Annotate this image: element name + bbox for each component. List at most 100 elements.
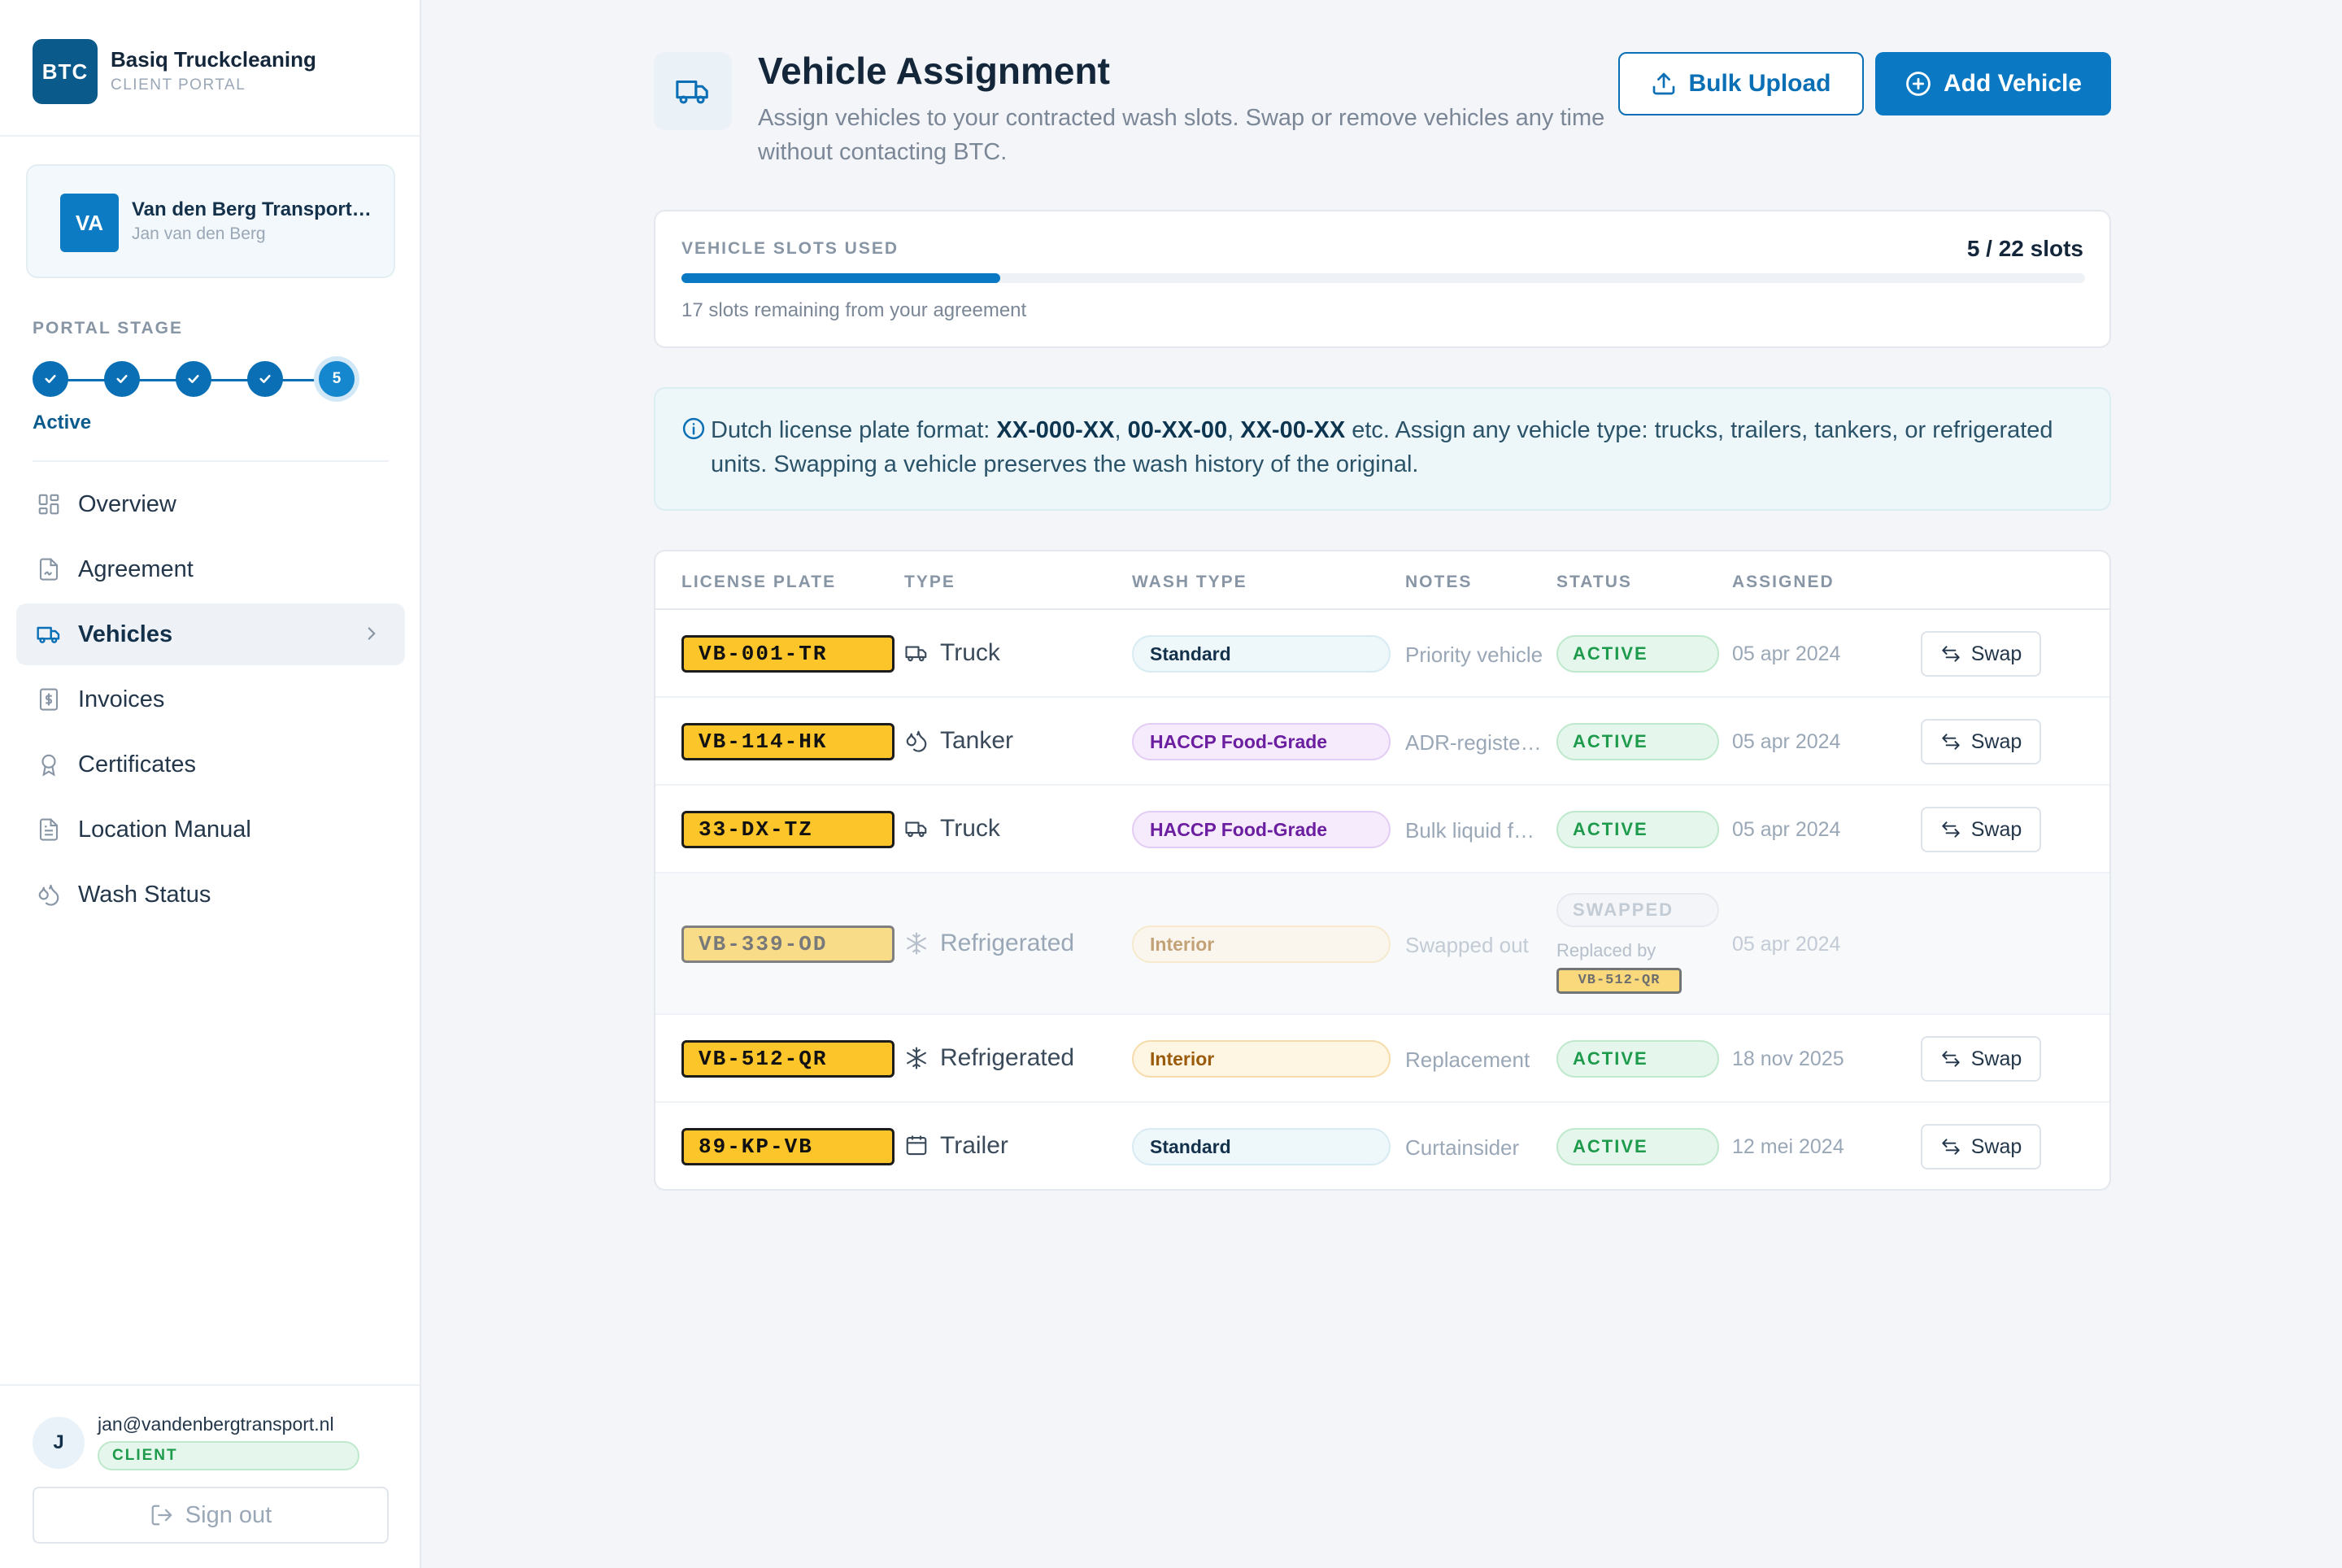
portal-stage-status: Active [33,412,92,433]
table-row: 89-KP-VB Trailer Standard Curtainsider A… [655,1103,2109,1189]
vehicle-type: Tanker [904,727,1013,755]
dollar-document-icon [36,686,62,712]
info-prefix: Dutch license plate format: [711,417,997,443]
license-plate: 89-KP-VB [681,1128,895,1165]
portal-stage-stepper: 5 [33,361,358,399]
vehicle-notes: Curtainsider [1405,1135,1520,1160]
swap-arrows-icon [1941,734,1960,750]
client-person: Jan van den Berg [132,224,266,243]
add-vehicle-label: Add Vehicle [1943,70,2083,97]
vehicle-table: LICENSE PLATE TYPE WASH TYPE NOTES STATU… [654,550,2111,1191]
info-icon [681,416,706,445]
status-badge: ACTIVE [1556,635,1719,673]
sidebar-item-location-manual[interactable]: Location Manual [16,799,405,860]
swap-arrows-icon [1941,646,1960,662]
step-1-check-icon [33,361,68,397]
slots-progress-fill [681,273,1001,283]
swap-button[interactable]: Swap [1921,807,2041,852]
plate-format-1: XX-000-XX [996,417,1115,443]
user-role-badge: CLIENT [98,1441,359,1470]
sidebar-item-label: Wash Status [78,881,211,908]
swap-arrows-icon [1941,1139,1960,1155]
swap-label: Swap [1970,642,2022,665]
license-plate: VB-512-QR [681,1040,895,1078]
chevron-right-icon [361,623,382,648]
status-badge: ACTIVE [1556,723,1719,760]
sidebar-item-vehicles[interactable]: Vehicles [16,603,405,665]
brand-subtitle: CLIENT PORTAL [111,76,246,94]
column-header-status: STATUS [1556,573,1632,591]
swap-arrows-icon [1941,1051,1960,1067]
snowflake-icon [907,932,926,955]
step-5-current: 5 [319,361,355,397]
vehicle-type-label: Truck [940,639,1000,666]
table-row: 33-DX-TZ Truck HACCP Food-Grade Bulk liq… [655,786,2109,873]
vehicle-notes: Replacement [1405,1048,1530,1072]
wash-type-badge: Standard [1132,1128,1391,1165]
info-text: Dutch license plate format: XX-000-XX, 0… [711,413,2077,481]
wash-type-badge: HACCP Food-Grade [1132,723,1391,760]
vehicle-type-label: Refrigerated [940,1044,1075,1071]
sidebar-item-label: Certificates [78,751,197,777]
vehicle-notes: Bulk liquid food [1405,818,1543,843]
sidebar-item-agreement[interactable]: Agreement [16,538,405,600]
column-header-type: TYPE [904,573,956,591]
swap-button[interactable]: Swap [1921,631,2041,677]
sidebar-item-certificates[interactable]: Certificates [16,734,405,795]
slots-label: VEHICLE SLOTS USED [681,239,899,258]
sidebar-item-overview[interactable]: Overview [16,473,405,535]
replacement-plate: VB-512-QR [1556,968,1682,994]
table-row: VB-001-TR Truck Standard Priority vehicl… [655,610,2109,698]
status-badge: SWAPPED [1556,893,1719,927]
client-company: Van den Berg Transport B.V. [132,198,376,220]
license-plate: VB-114-HK [681,723,895,760]
sidebar-item-wash-status[interactable]: Wash Status [16,864,405,926]
plate-format-2: 00-XX-00 [1127,417,1228,443]
table-header: LICENSE PLATE TYPE WASH TYPE NOTES STATU… [655,551,2109,610]
vehicle-notes: Swapped out [1405,933,1529,957]
license-plate: 33-DX-TZ [681,811,895,848]
vehicle-type-label: Trailer [940,1132,1008,1159]
vehicle-notes: Priority vehicle [1405,642,1543,667]
column-header-notes: NOTES [1405,573,1473,591]
user-area: J jan@vandenbergtransport.nl CLIENT Sign… [0,1384,420,1568]
assigned-date: 18 nov 2025 [1732,1048,1844,1070]
swap-label: Swap [1970,1135,2022,1158]
sidebar: BTC Basiq Truckcleaning CLIENT PORTAL VA… [0,0,421,1568]
wash-type-badge: HACCP Food-Grade [1132,811,1391,848]
client-card[interactable]: VA Van den Berg Transport B.V. Jan van d… [26,164,395,278]
assigned-date: 12 mei 2024 [1732,1135,1844,1158]
app: BTC Basiq Truckcleaning CLIENT PORTAL VA… [0,0,2342,1568]
swap-button[interactable]: Swap [1921,1036,2041,1082]
user-avatar: J [33,1417,85,1469]
vehicle-type: Trailer [904,1132,1008,1160]
sidebar-item-label: Location Manual [78,816,251,843]
award-icon [36,751,62,777]
portal-stage-label: PORTAL STAGE [33,319,184,338]
table-row: VB-512-QR Refrigerated Interior Replacem… [655,1015,2109,1103]
upload-icon [1653,72,1675,95]
swap-button[interactable]: Swap [1921,1124,2041,1169]
step-4-check-icon [247,361,283,397]
document-signed-icon [36,556,62,582]
vehicle-type-label: Truck [940,815,1000,842]
bulk-upload-label: Bulk Upload [1688,70,1831,97]
column-header-assigned: ASSIGNED [1732,573,1835,591]
slots-count: 5 / 22 slots [1966,236,2083,261]
vehicle-notes: ADR-registered [1405,730,1543,755]
add-vehicle-button[interactable]: Add Vehicle [1875,52,2111,115]
sidebar-item-label: Invoices [78,686,165,712]
sidebar-item-label: Overview [78,490,176,517]
user-email: jan@vandenbergtransport.nl [98,1413,334,1435]
swap-button[interactable]: Swap [1921,719,2041,764]
bulk-upload-button[interactable]: Bulk Upload [1618,52,1864,115]
sidebar-item-label: Agreement [78,555,194,582]
truck-icon [905,646,927,662]
column-header-wash-type: WASH TYPE [1132,573,1247,591]
sidebar-nav: Overview Agreement Vehicles Invoices Cer… [16,473,405,929]
slots-remaining: 17 slots remaining from your agreement [681,299,1027,321]
file-text-icon [36,817,62,843]
sidebar-item-invoices[interactable]: Invoices [16,669,405,730]
wash-type-badge: Interior [1132,926,1391,963]
sign-out-button[interactable]: Sign out [33,1487,389,1544]
